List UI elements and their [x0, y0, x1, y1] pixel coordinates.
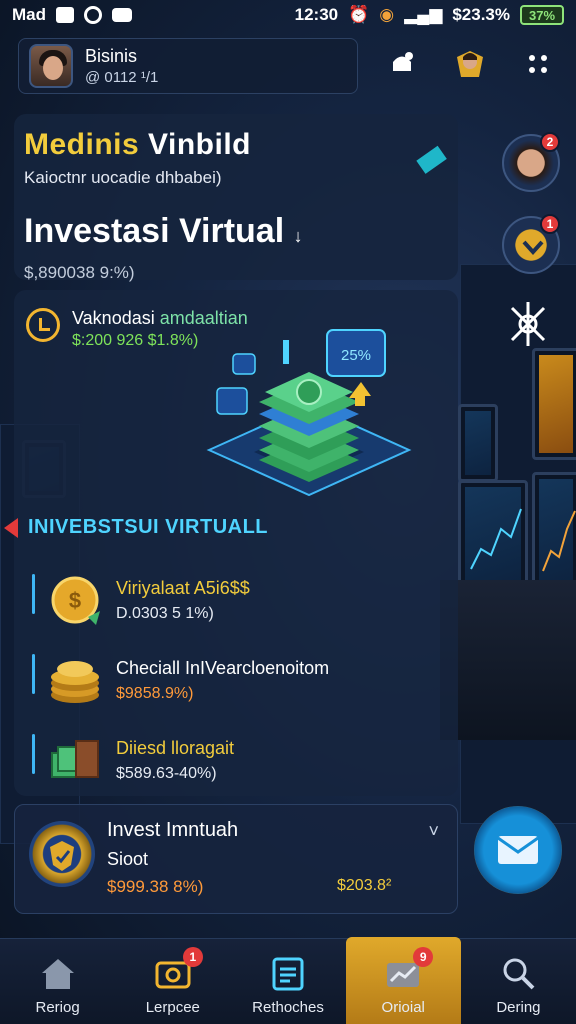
featured-value: $999.38 8%): [107, 877, 204, 896]
chart-accent-icon: [416, 145, 447, 174]
home-icon: [41, 959, 74, 989]
item-value: D.0303 5 1%): [116, 604, 214, 622]
panel-title-gold: Medinis: [24, 128, 140, 161]
balance-readout: $23.3%: [452, 5, 510, 24]
panel-subtitle: Kaioctnr uocadie dhbabei): [24, 168, 222, 187]
nav-label: Orioial: [381, 999, 425, 1016]
page-title-text: Investasi Virtual: [24, 212, 285, 250]
featured-investment-card[interactable]: Invest Imntuah Sioot $999.38 8%) $203.8²…: [14, 804, 458, 914]
promo-value: $:200 926 $1.8%): [72, 332, 199, 349]
battery-icon: 37%: [520, 5, 564, 25]
summary-panel: Medinis Vinbild Kaioctnr uocadie dhbabei…: [14, 114, 458, 282]
agent-avatar-button[interactable]: 2: [502, 132, 560, 192]
mail-icon: [56, 7, 74, 23]
background-monitor: [532, 348, 576, 460]
panel-title-white: Vinbild: [148, 128, 251, 161]
money-stack-illustration[interactable]: 25%: [199, 310, 419, 500]
shield-coin-icon: [29, 821, 95, 887]
user-shield-icon: [457, 51, 483, 77]
nav-label: Dering: [496, 999, 541, 1016]
grid-dots-icon: [529, 55, 547, 73]
item-value: $9858.9%): [116, 684, 194, 702]
item-title: Checiall InIVearcloenoitom: [116, 657, 330, 678]
hero-percent-label: 25%: [341, 347, 371, 364]
list-item[interactable]: Checiall InIVearcloenoitom $9858.9%): [32, 640, 442, 720]
coin-stack-icon: [51, 661, 99, 703]
list-item[interactable]: $ Viriyalaat A5i6$$ D.0303 5 1%): [32, 560, 442, 640]
nav-badge: 1: [182, 947, 203, 967]
share-button[interactable]: [506, 298, 550, 350]
nav-label: Rethoches: [252, 999, 324, 1016]
signal-icon: ▂▄▆: [404, 5, 443, 24]
gamepad-icon: [112, 8, 132, 22]
featured-value-secondary: $203.8²: [337, 877, 392, 894]
nav-badge: 9: [413, 947, 434, 967]
featured-title: Invest Imntuah: [107, 819, 239, 841]
timer-icon: [26, 308, 60, 342]
background-desk: [440, 580, 576, 740]
nav-label: Reriog: [35, 999, 80, 1016]
notification-badge: 1: [540, 214, 560, 234]
notification-button[interactable]: [382, 44, 422, 84]
nav-item-home[interactable]: Reriog: [0, 939, 115, 1024]
search-icon: [503, 958, 535, 990]
item-title: Diiesd lloragait: [116, 737, 235, 758]
list-item[interactable]: Diiesd lloragait $589.63-40%): [32, 720, 442, 800]
clock: 12:30: [294, 5, 339, 24]
panel-stats: $,890038 9:%): [24, 263, 135, 282]
section-title: INIVEBSTSUI VIRTUALL: [3, 516, 268, 539]
network-icon: [510, 302, 546, 346]
gold-coin-icon: $: [51, 576, 100, 625]
item-value: $589.63-40%): [116, 764, 217, 782]
bell-icon: [393, 52, 413, 71]
reward-button[interactable]: 1: [502, 214, 560, 274]
nav-item-search[interactable]: Dering: [461, 939, 576, 1024]
profile-handle: @ 0112 ¹/1: [85, 69, 159, 86]
alarm-icon: ⏰: [348, 5, 370, 24]
background-monitor: [532, 472, 576, 588]
nav-item-active[interactable]: 9 Orioial: [345, 937, 461, 1024]
profile-badge-button[interactable]: [450, 44, 490, 84]
nav-label: Lerpcee: [145, 999, 200, 1016]
nav-item-documents[interactable]: Rethoches: [230, 939, 345, 1024]
page-title: Investasi Virtual ↓: [24, 212, 448, 251]
carrier-label: Mad: [12, 5, 46, 24]
wifi-icon: ◉: [379, 5, 395, 24]
profile-name: Bisinis: [85, 46, 138, 66]
background-monitor: [458, 404, 498, 482]
document-icon: [272, 957, 304, 991]
mail-icon: [497, 836, 539, 864]
page-title-mark: ↓: [293, 226, 303, 246]
sync-icon: [84, 6, 102, 24]
nav-icon-wrap: 9: [383, 947, 434, 993]
item-title: Viriyalaat A5i6$$: [116, 577, 250, 598]
background-monitor: [458, 480, 528, 590]
status-bar: Mad 12:30 ⏰ ◉ ▂▄▆ $23.3% 37%: [0, 0, 576, 30]
investment-panel: Vaknodasi amdaaltian $:200 926 $1.8%) 25…: [3, 290, 458, 796]
header-actions: [382, 44, 558, 84]
featured-subtitle: Sioot: [107, 849, 149, 869]
message-fab[interactable]: [474, 806, 562, 894]
chevron-down-icon[interactable]: ˅: [428, 821, 439, 842]
notification-badge: 2: [540, 132, 560, 152]
avatar[interactable]: [29, 44, 73, 88]
promo-title-main: Vaknodasi: [72, 308, 155, 328]
nav-icon-wrap: 1: [153, 947, 203, 993]
profile-card[interactable]: Bisinis @ 0112 ¹/1: [18, 38, 358, 94]
panel-title: Medinis Vinbild: [24, 128, 448, 162]
more-button[interactable]: [518, 44, 558, 84]
cash-stack-icon: [51, 740, 99, 778]
bottom-navigation: Reriog 1 Lerpcee Rethoches 9 Orioial Der…: [0, 937, 576, 1024]
svg-text:$: $: [69, 588, 81, 613]
investment-list: $ Viriyalaat A5i6$$ D.0303 5 1%) Checial…: [32, 560, 442, 800]
nav-item-camera[interactable]: 1 Lerpcee: [115, 939, 230, 1024]
